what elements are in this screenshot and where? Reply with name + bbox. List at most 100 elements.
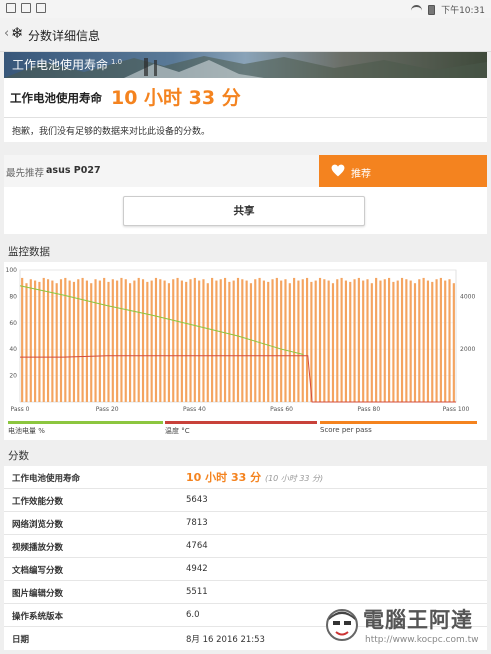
- score-bar: [154, 277, 158, 402]
- score-bar: [448, 279, 451, 402]
- x-tick-label: Pass 20: [96, 406, 119, 413]
- score-bar: [59, 279, 63, 402]
- x-tick-label: Pass 40: [183, 406, 206, 413]
- score-key: 视频播放分数: [12, 543, 64, 553]
- score-bar: [249, 283, 253, 402]
- score-bar: [38, 281, 41, 402]
- 3dmark-logo-icon[interactable]: ❄: [11, 24, 24, 42]
- score-bar: [366, 279, 369, 402]
- share-section: 共享: [4, 187, 487, 234]
- score-bar: [388, 277, 391, 402]
- share-button[interactable]: 共享: [123, 196, 365, 226]
- y-left-tick-label: 80: [9, 293, 17, 300]
- score-bar: [271, 279, 274, 402]
- score-key: 图片编辑分数: [12, 589, 64, 599]
- score-bar: [42, 277, 45, 402]
- legend-temp-swatch: [165, 421, 317, 424]
- score-bar: [107, 281, 110, 402]
- score-bar: [167, 283, 171, 402]
- watermark: 電腦王阿達 http://www.kocpc.com.tw: [325, 604, 487, 650]
- score-bar: [362, 280, 365, 402]
- score-key: 工作效能分数: [12, 497, 64, 507]
- recommend-button[interactable]: 推荐: [319, 155, 487, 187]
- recommend-label: 最先推荐: [6, 168, 45, 179]
- score-bar: [301, 279, 304, 402]
- x-tick-label: Pass 60: [270, 406, 293, 413]
- score-key: 日期: [12, 635, 30, 645]
- score-key: 操作系统版本: [12, 612, 64, 622]
- score-bar: [85, 280, 88, 402]
- score-key: 网络浏览分数: [12, 520, 64, 530]
- score-bar: [418, 279, 421, 402]
- score-value: 4942: [186, 564, 208, 574]
- heart-icon: [331, 164, 345, 177]
- score-bar: [405, 279, 408, 402]
- score-bar: [400, 277, 404, 402]
- legend-score: Score per pass: [320, 421, 477, 435]
- y-right-tick-label: 4000: [460, 293, 475, 300]
- score-value: 8月 16 2016 21:53: [186, 635, 265, 645]
- score-bar: [103, 277, 106, 402]
- recommend-button-label: 推荐: [351, 169, 371, 180]
- recommend-row: 最先推荐 asus P027 推荐: [4, 155, 487, 187]
- legend-battery: 电池电量 %: [8, 421, 163, 435]
- y-left-tick-label: 100: [6, 267, 18, 274]
- monitor-chart: 20 40 60 80 100 2000 4000 Pass 0 Pass 20 Pass 40 P…: [4, 262, 487, 440]
- score-bar: [439, 277, 442, 402]
- score-bar: [189, 279, 192, 402]
- clock: 下午10:31: [441, 6, 485, 16]
- result-card: 工作电池使用寿命 10 小时 33 分: [4, 78, 487, 118]
- score-value: 7813: [186, 518, 208, 528]
- score-bar: [297, 280, 300, 402]
- banner-version: 1.0: [111, 58, 123, 66]
- score-bar: [211, 277, 214, 402]
- score-bar: [34, 280, 37, 402]
- score-bar: [349, 281, 352, 402]
- score-bar: [275, 277, 278, 402]
- score-bar: [176, 277, 179, 402]
- score-bar: [46, 279, 50, 402]
- score-bar: [81, 277, 84, 402]
- score-bar: [223, 277, 227, 402]
- score-bar: [262, 280, 265, 402]
- score-row-writing: 文档编写分数 4942: [4, 558, 487, 581]
- score-bar: [353, 279, 356, 402]
- score-bar: [29, 279, 32, 402]
- score-bar: [219, 279, 222, 402]
- score-bar: [288, 283, 291, 402]
- score-value: 5643: [186, 495, 208, 505]
- score-bar: [64, 277, 67, 402]
- score-row-work-performance: 工作效能分数 5643: [4, 489, 487, 512]
- app-bar: ‹ ❄ 分数详细信息: [0, 18, 491, 52]
- score-bar: [267, 281, 270, 402]
- score-value: 10 小时 33 分: [186, 471, 262, 484]
- back-arrow-icon[interactable]: ‹: [4, 26, 9, 41]
- score-bar: [51, 280, 54, 402]
- y-left-tick-label: 60: [9, 320, 17, 327]
- x-tick-label: Pass 80: [357, 406, 380, 413]
- score-bar: [68, 280, 71, 402]
- monitor-title: 监控数据: [8, 246, 50, 258]
- score-bar: [383, 279, 386, 402]
- score-bar: [120, 277, 123, 402]
- watermark-title: 電腦王阿達: [363, 608, 473, 632]
- score-bar: [435, 279, 438, 402]
- score-bar: [236, 277, 240, 402]
- score-bar: [116, 280, 119, 402]
- y-left-tick-label: 20: [9, 373, 17, 380]
- score-bar: [129, 283, 132, 402]
- note-card: 抱歉，我们没有足够的数据来对比此设备的分数。: [4, 118, 487, 142]
- score-bar: [280, 280, 283, 402]
- result-label: 工作电池使用寿命: [10, 91, 102, 105]
- y-right-tick-label: 2000: [460, 346, 475, 353]
- legend-score-swatch: [320, 421, 477, 424]
- score-bar: [25, 283, 28, 402]
- score-bar: [426, 280, 430, 402]
- score-bar: [198, 280, 201, 402]
- score-bar: [413, 283, 417, 402]
- score-bar: [90, 283, 93, 402]
- score-bar: [206, 283, 209, 402]
- x-tick-label: Pass 100: [443, 406, 470, 413]
- score-bar: [159, 279, 162, 402]
- score-bar: [124, 279, 127, 402]
